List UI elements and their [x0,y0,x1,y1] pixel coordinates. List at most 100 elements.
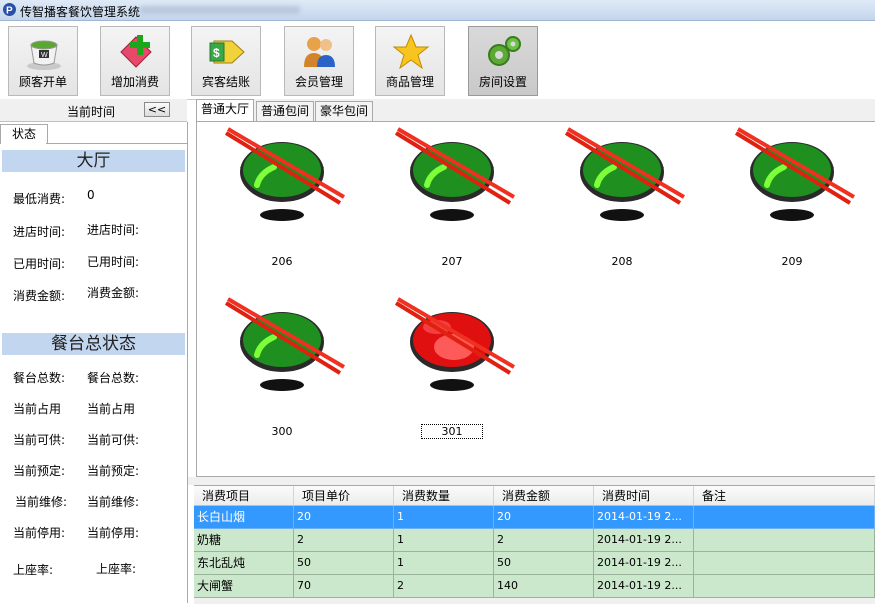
svg-text:W: W [41,52,48,59]
table-row[interactable]: 大闸蟹 70 2 140 2014-01-19 2... [194,575,875,598]
svg-text:P: P [6,6,13,17]
table-301[interactable] [392,297,532,397]
total-tables-label: 餐台总数: [13,371,66,385]
cell-amount: 50 [494,552,594,575]
occupancy-rate-value: 上座率: [96,562,137,576]
consumption-amount-label: 消费金额: [13,289,66,303]
free-bowl-icon [564,127,686,221]
cell-item: 奶糖 [194,529,294,552]
occupancy-rate-label: 上座率: [13,563,54,577]
tab-divider [46,143,187,144]
cell-time: 2014-01-19 2... [594,506,694,529]
cell-qty: 1 [394,529,494,552]
column-header[interactable]: 备注 [694,486,875,506]
table-206[interactable] [222,127,362,227]
window-title: 传智播客餐饮管理系统 [20,5,141,19]
cell-time: 2014-01-19 2... [594,575,694,598]
star-icon [392,33,430,70]
maintenance-value: 当前维修: [87,495,140,509]
cell-amount: 140 [494,575,594,598]
consumption-table: 消费项目 项目单价 消费数量 消费金额 消费时间 备注 长白山烟 20 1 20… [194,485,875,604]
current-time-label: 当前时间 [67,105,116,119]
svg-text:$: $ [213,46,220,60]
title-bar: P 传智播客餐饮管理系统 [0,0,875,21]
cell-qty: 1 [394,506,494,529]
maintenance-label: 当前维修: [15,495,68,509]
cell-item: 长白山烟 [194,506,294,529]
members-button[interactable]: 会员管理 [284,26,354,96]
total-tables-value: 餐台总数: [87,371,140,385]
min-consumption-label: 最低消费: [13,192,66,206]
table-row[interactable]: 东北乱炖 50 1 50 2014-01-19 2... [194,552,875,575]
cell-amount: 20 [494,506,594,529]
table-grid: 206 207 208 209 300 301 [196,121,875,477]
table-208-label: 208 [611,255,633,268]
occupied-bowl-icon [394,297,516,391]
column-header[interactable]: 消费金额 [494,486,594,506]
free-bowl-icon [394,127,516,221]
tab-normal-hall[interactable]: 普通大厅 [196,99,255,122]
room-settings-label: 房间设置 [478,75,527,89]
cell-time: 2014-01-19 2... [594,529,694,552]
cell-time: 2014-01-19 2... [594,552,694,575]
add-diamond-icon [120,35,152,68]
members-icon [304,37,335,67]
consumption-amount-value: 消费金额: [87,286,140,300]
disabled-label: 当前停用: [13,526,66,540]
reserved-value: 当前预定: [87,464,140,478]
members-label: 会员管理 [294,75,343,89]
available-value: 当前可供: [87,433,140,447]
table-206-label: 206 [271,255,293,268]
checkout-label: 宾客结账 [201,75,250,89]
column-header[interactable]: 消费时间 [594,486,694,506]
gears-icon [488,36,521,66]
cell-item: 东北乱炖 [194,552,294,575]
products-button[interactable]: 商品管理 [375,26,445,96]
free-bowl-icon [224,127,346,221]
room-tabs: 普通大厅 普通包间 豪华包间 [196,99,875,122]
left-panel-header: 当前时间 << [0,99,187,122]
table-209-label: 209 [781,255,803,268]
cell-note [694,552,875,575]
add-consumption-button[interactable]: 增加消费 [100,26,170,96]
summary-section-title: 餐台总状态 [2,333,185,355]
table-300-label: 300 [271,425,293,438]
cell-price: 50 [294,552,394,575]
cell-price: 20 [294,506,394,529]
splitter[interactable] [188,477,875,485]
tab-normal-room[interactable]: 普通包间 [256,101,315,122]
table-row[interactable]: 奶糖 2 1 2 2014-01-19 2... [194,529,875,552]
cell-item: 大闸蟹 [194,575,294,598]
products-label: 商品管理 [385,75,434,89]
column-header[interactable]: 消费数量 [394,486,494,506]
occupied-value: 当前占用 [87,402,136,416]
title-blur [140,6,300,14]
cell-note [694,575,875,598]
cell-amount: 2 [494,529,594,552]
money-arrow-icon: $ [209,40,245,64]
add-consumption-label: 增加消费 [110,75,159,89]
free-bowl-icon [224,297,346,391]
table-301-label: 301 [421,424,483,439]
column-header[interactable]: 消费项目 [194,486,294,506]
room-settings-button[interactable]: 房间设置 [468,26,538,96]
open-order-button[interactable]: W 顾客开单 [8,26,78,96]
app-icon: P [3,3,16,17]
table-207[interactable] [392,127,532,227]
min-consumption-value: 0 [87,188,95,202]
table-208[interactable] [562,127,702,227]
checkin-time-label: 进店时间: [13,225,66,239]
cell-price: 2 [294,529,394,552]
column-header[interactable]: 项目单价 [294,486,394,506]
tab-luxury-room[interactable]: 豪华包间 [315,101,374,122]
cell-qty: 2 [394,575,494,598]
main-toolbar: W 顾客开单 增加消费 $ 宾客结账 会员管理 商品管理 房间设置 [0,21,875,100]
available-label: 当前可供: [13,433,66,447]
tab-status[interactable]: 状态 [0,124,48,144]
free-bowl-icon [734,127,856,221]
table-209[interactable] [732,127,872,227]
table-300[interactable] [222,297,362,397]
table-row[interactable]: 长白山烟 20 1 20 2014-01-19 2... [194,506,875,529]
checkout-button[interactable]: $ 宾客结账 [191,26,261,96]
collapse-panel-button[interactable]: << [144,102,170,117]
